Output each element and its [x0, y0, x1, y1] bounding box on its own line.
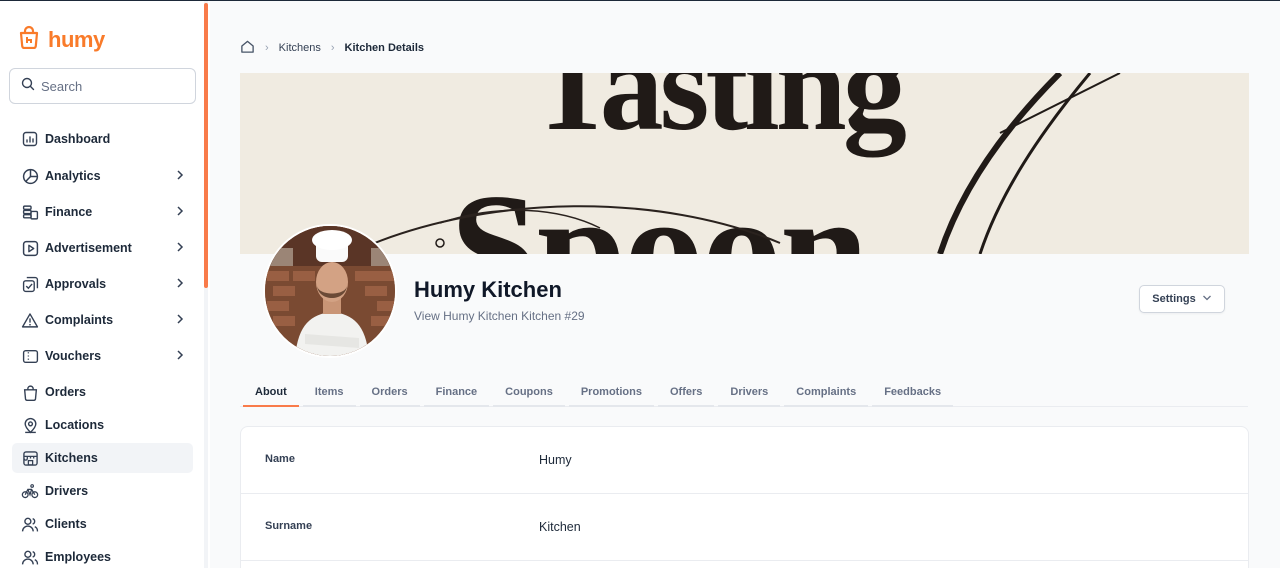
- pie-chart-icon: [21, 167, 39, 185]
- chevron-right-icon: [175, 349, 185, 364]
- tab-drivers[interactable]: Drivers: [718, 381, 781, 407]
- sidebar-item-dashboard[interactable]: Dashboard: [12, 123, 193, 155]
- tab-promotions[interactable]: Promotions: [568, 381, 654, 407]
- sidebar-item-orders[interactable]: Orders: [12, 377, 193, 407]
- play-square-icon: [21, 239, 39, 257]
- settings-dropdown-button[interactable]: Settings: [1139, 285, 1225, 313]
- kitchen-title: Humy Kitchen: [414, 277, 562, 302]
- home-icon[interactable]: [240, 39, 255, 57]
- tab-feedbacks[interactable]: Feedbacks: [872, 381, 954, 407]
- kitchen-subtitle: View Humy Kitchen Kitchen #29: [414, 309, 585, 323]
- chevron-right-icon: [175, 277, 185, 292]
- sidebar-item-label: Drivers: [45, 484, 89, 498]
- sidebar-item-label: Approvals: [45, 277, 107, 291]
- search-input[interactable]: [41, 78, 181, 94]
- sidebar-item-finance[interactable]: Finance: [12, 197, 193, 227]
- sidebar-item-locations[interactable]: Locations: [12, 410, 193, 440]
- coins-icon: [21, 203, 39, 221]
- sidebar-item-employees[interactable]: Employees: [12, 542, 193, 568]
- chevron-right-icon: [175, 313, 185, 328]
- bicycle-icon: [21, 482, 39, 500]
- tab-orders[interactable]: Orders: [359, 381, 420, 407]
- tab-items[interactable]: Items: [302, 381, 356, 407]
- employees-icon: [21, 548, 39, 566]
- detail-value: Kitchen: [539, 520, 581, 534]
- chevron-right-icon: [175, 205, 185, 220]
- breadcrumb-kitchens-link[interactable]: Kitchens: [279, 42, 321, 54]
- sidebar-item-label: Advertisement: [45, 241, 132, 255]
- detail-row-surname: Surname Kitchen: [241, 494, 1248, 561]
- sidebar-item-vouchers[interactable]: Vouchers: [12, 341, 193, 371]
- chevron-right-icon: ›: [330, 42, 335, 54]
- about-details-card: Name Humy Surname Kitchen: [240, 426, 1249, 568]
- breadcrumb: › Kitchens › Kitchen Details: [240, 39, 424, 57]
- approval-icon: [21, 275, 39, 293]
- search-box[interactable]: [9, 68, 196, 104]
- sidebar: humy Dashboard Analytics Finance Adverti…: [0, 1, 210, 568]
- sidebar-item-label: Clients: [45, 517, 87, 531]
- breadcrumb-current: Kitchen Details: [344, 42, 425, 54]
- sidebar-item-label: Complaints: [45, 313, 114, 327]
- store-icon: [21, 449, 39, 467]
- voucher-icon: [21, 347, 39, 365]
- sidebar-item-clients[interactable]: Clients: [12, 509, 193, 539]
- banner-word-bottom: Spoon: [450, 160, 867, 254]
- sidebar-item-label: Analytics: [45, 169, 101, 183]
- detail-label: Name: [265, 453, 295, 465]
- sidebar-item-label: Employees: [45, 550, 112, 564]
- tab-coupons[interactable]: Coupons: [493, 381, 565, 407]
- sidebar-item-approvals[interactable]: Approvals: [12, 269, 193, 299]
- sidebar-item-label: Kitchens: [45, 451, 98, 465]
- warning-icon: [21, 311, 39, 329]
- sidebar-item-label: Dashboard: [45, 132, 111, 146]
- settings-label: Settings: [1152, 293, 1196, 305]
- sidebar-item-label: Orders: [45, 385, 86, 399]
- detail-row-name: Name Humy: [241, 427, 1248, 494]
- tasting-spoon-banner-art: Tasting Spoon: [240, 73, 1249, 254]
- chevron-right-icon: [175, 169, 185, 184]
- chevron-right-icon: ›: [265, 42, 269, 54]
- sidebar-scrollbar-thumb[interactable]: [204, 3, 208, 288]
- kitchen-tabs: About Items Orders Finance Coupons Promo…: [240, 381, 1248, 407]
- detail-label: Surname: [265, 520, 313, 532]
- sidebar-item-label: Locations: [45, 418, 105, 432]
- location-pin-icon: [21, 416, 39, 434]
- tab-about[interactable]: About: [243, 381, 299, 407]
- chevron-down-icon: [1202, 293, 1212, 305]
- bag-icon: [21, 383, 39, 401]
- sidebar-item-label: Vouchers: [45, 349, 102, 363]
- sidebar-item-label: Finance: [45, 205, 93, 219]
- tab-offers[interactable]: Offers: [657, 381, 715, 407]
- sidebar-item-complaints[interactable]: Complaints: [12, 305, 193, 335]
- detail-value: Humy: [539, 453, 572, 467]
- users-icon: [21, 515, 39, 533]
- chevron-right-icon: [175, 241, 185, 256]
- shopping-bag-logo-icon: [18, 25, 40, 54]
- kitchen-cover-banner: Tasting Spoon: [240, 73, 1249, 254]
- chef-photo: [265, 226, 395, 356]
- sidebar-item-advertisement[interactable]: Advertisement: [12, 233, 193, 263]
- banner-word-top: Tasting: [530, 73, 906, 157]
- sidebar-item-analytics[interactable]: Analytics: [12, 161, 193, 191]
- brand-name: humy: [48, 26, 105, 52]
- sidebar-item-kitchens[interactable]: Kitchens: [12, 443, 193, 473]
- tab-finance[interactable]: Finance: [423, 381, 490, 407]
- sidebar-item-drivers[interactable]: Drivers: [12, 476, 193, 506]
- sidebar-nav: Dashboard Analytics Finance Advertisemen…: [12, 123, 193, 568]
- dashboard-icon: [21, 130, 39, 148]
- search-icon: [21, 77, 35, 96]
- kitchen-avatar: [263, 224, 397, 358]
- brand-logo[interactable]: humy: [18, 25, 105, 54]
- tab-complaints[interactable]: Complaints: [784, 381, 869, 407]
